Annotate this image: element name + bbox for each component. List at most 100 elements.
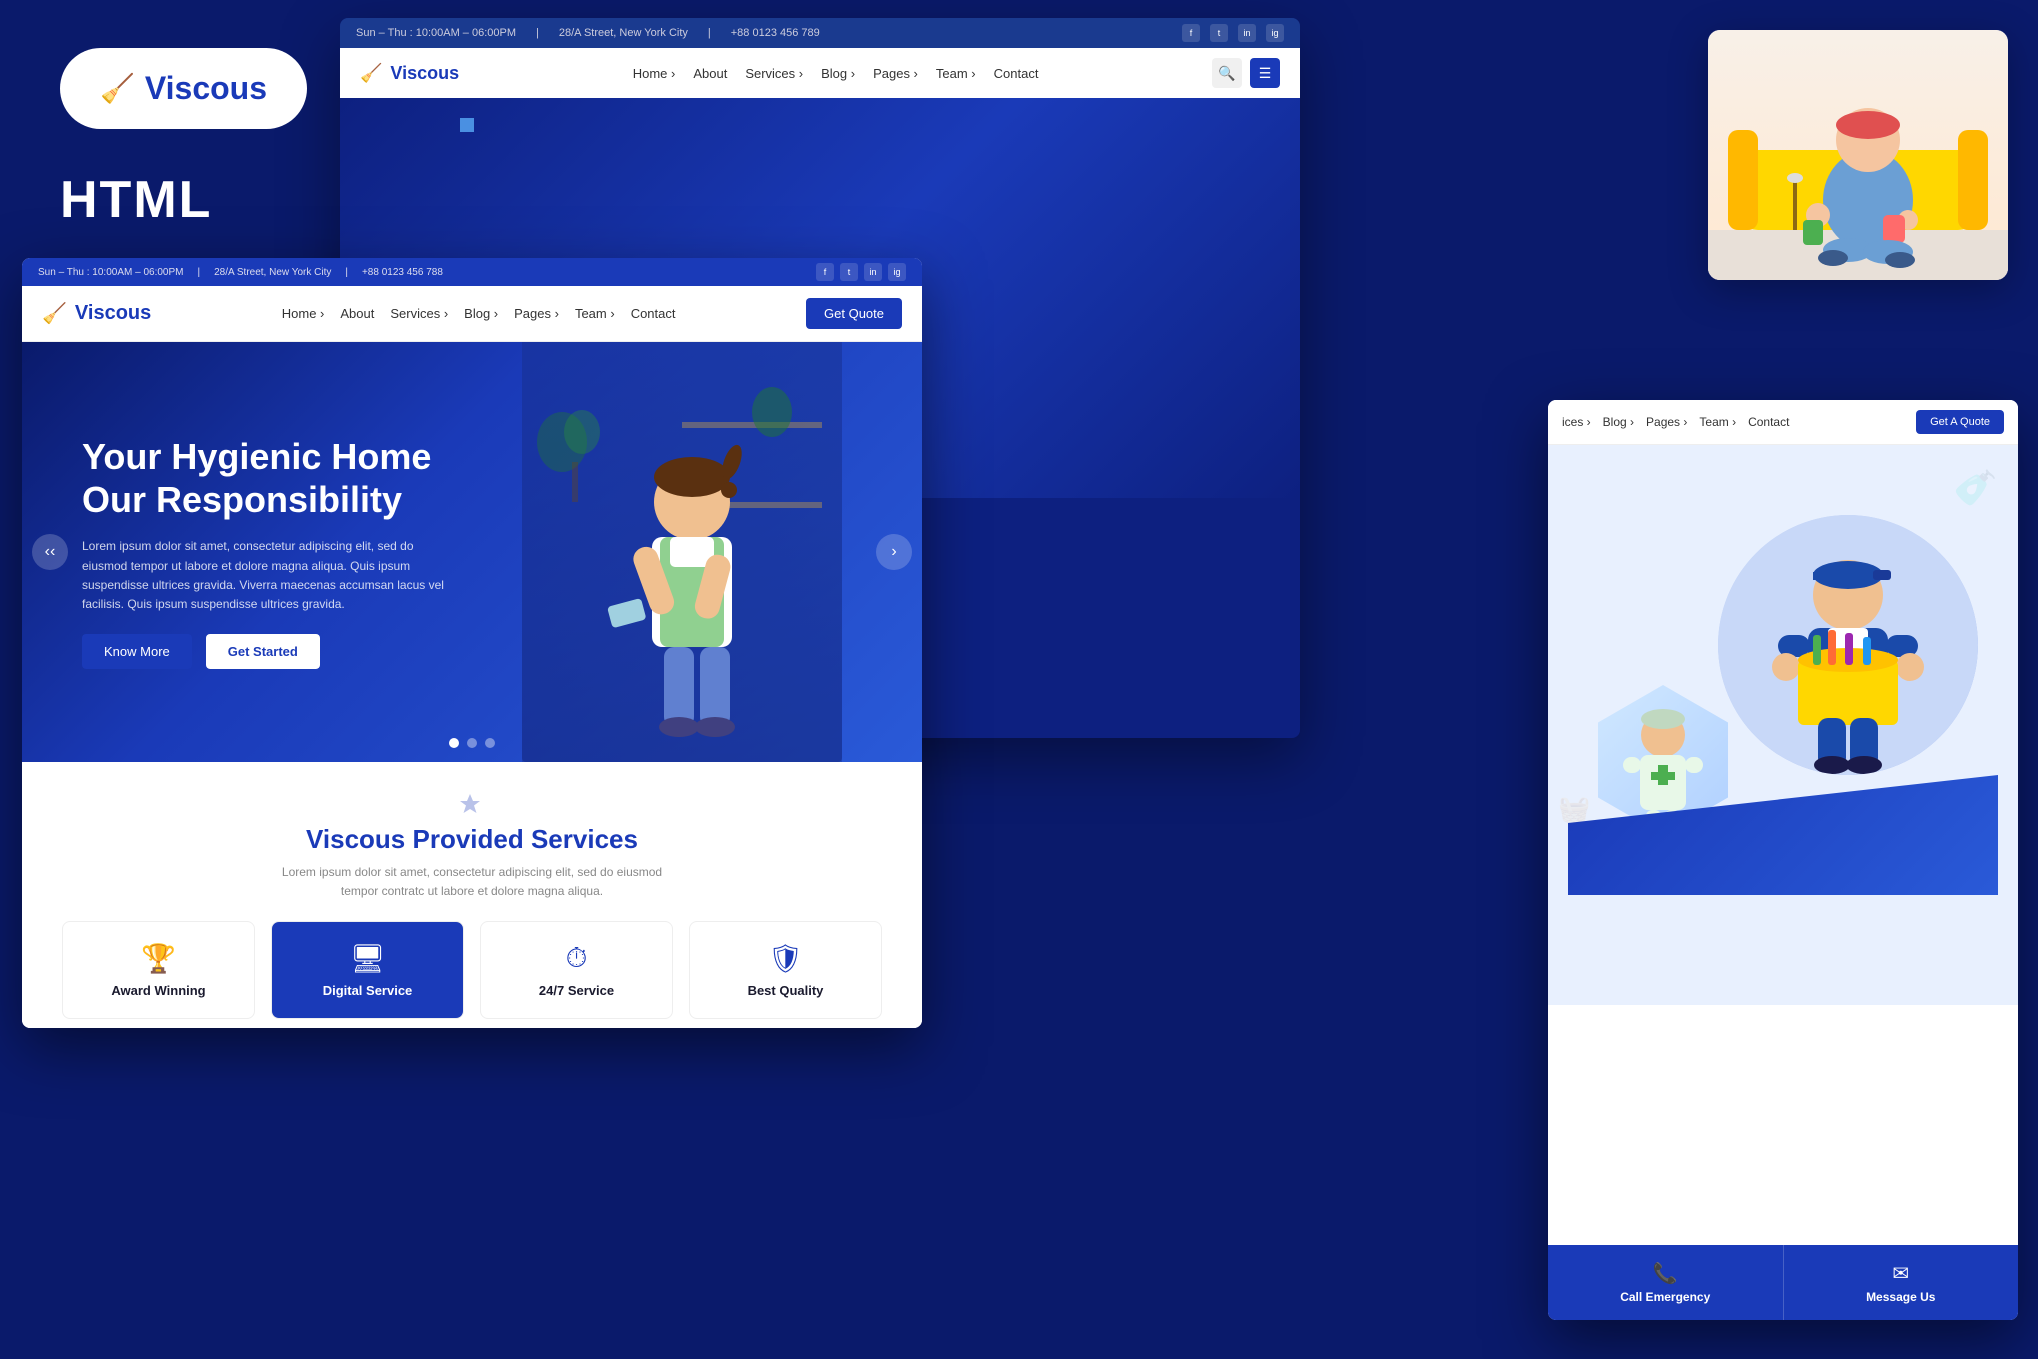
back-nav-bar: 🧹 Viscous Home › About Services › Blog ›… (340, 48, 1300, 98)
front-schedule: Sun – Thu : 10:00AM – 06:00PM (38, 267, 183, 278)
slider-dot-2[interactable] (467, 738, 477, 748)
service-card-quality[interactable]: 🛡 Best Quality (689, 921, 882, 1019)
top-info-bar: Sun – Thu : 10:00AM – 06:00PM | 28/A Str… (340, 18, 1300, 48)
front-tw-icon: t (840, 263, 858, 281)
back-brand-name: Viscous (390, 63, 459, 84)
service-cards: 🏆 Award Winning 🖥 Digital Service ⏱ 24/7… (62, 921, 882, 1019)
call-emergency-button[interactable]: 📞 Call Emergency (1548, 1245, 1784, 1320)
message-us-button[interactable]: ✉ Message Us (1784, 1245, 2019, 1320)
front-address: 28/A Street, New York City (214, 267, 331, 278)
get-a-quote-button[interactable]: Get A Quote (1916, 410, 2004, 434)
right-browser-window: ices › Blog › Pages › Team › Contact Get… (1548, 400, 2018, 1320)
front-nav-pages[interactable]: Pages › (514, 306, 559, 321)
front-logo: 🧹 Viscous (42, 301, 151, 326)
award-title: Award Winning (111, 983, 205, 998)
brand-name: Viscous (145, 70, 267, 107)
blue-square-decor (460, 118, 474, 132)
twitter-icon: t (1210, 24, 1228, 42)
front-brand-name: Viscous (75, 302, 151, 325)
quality-icon: 🛡 (768, 942, 804, 975)
bottom-cta-bar: 📞 Call Emergency ✉ Message Us (1548, 1245, 2018, 1320)
main-cleaner-svg (1718, 515, 1978, 775)
slider-prev-button[interactable]: ‹‹ (32, 534, 68, 570)
front-top-info-bar: Sun – Thu : 10:00AM – 06:00PM | 28/A Str… (22, 258, 922, 286)
logo-icon: 🧹 (100, 72, 135, 105)
get-started-button[interactable]: Get Started (206, 634, 320, 669)
back-nav-team[interactable]: Team › (936, 66, 976, 81)
back-nav-pages[interactable]: Pages › (873, 66, 918, 81)
slider-dots (449, 738, 495, 748)
right-nav-team[interactable]: Team › (1699, 415, 1736, 429)
cleaning-lady-svg (1708, 30, 2008, 280)
slider-dot-3[interactable] (485, 738, 495, 748)
facebook-icon: f (1182, 24, 1200, 42)
right-nav-pages[interactable]: Pages › (1646, 415, 1687, 429)
hero-body-text: Lorem ipsum dolor sit amet, consectetur … (82, 537, 462, 614)
right-nav-links: ices › Blog › Pages › Team › Contact (1562, 415, 1789, 429)
front-logo-icon: 🧹 (42, 301, 67, 326)
digital-icon: 🖥 (350, 942, 386, 975)
back-nav-services[interactable]: Services › (745, 66, 803, 81)
services-section-tag (62, 792, 882, 816)
front-ig-icon: ig (888, 263, 906, 281)
services-section: Viscous Provided Services Lorem ipsum do… (22, 762, 922, 1028)
right-nav-contact[interactable]: Contact (1748, 415, 1789, 429)
quality-title: Best Quality (748, 983, 824, 998)
digital-title: Digital Service (323, 983, 413, 998)
back-nav-contact[interactable]: Contact (994, 66, 1039, 81)
award-icon: 🏆 (141, 942, 176, 975)
front-nav-services[interactable]: Services › (390, 306, 448, 321)
front-browser-window: Sun – Thu : 10:00AM – 06:00PM | 28/A Str… (22, 258, 922, 1028)
services-section-icon (458, 792, 482, 816)
schedule-info: Sun – Thu : 10:00AM – 06:00PM (356, 27, 516, 39)
right-content-area: 🧴 🧹 🧺 (1548, 445, 2018, 1005)
get-quote-button[interactable]: Get Quote (806, 298, 902, 329)
hero-person-svg (522, 342, 842, 762)
back-logo-icon: 🧹 (360, 63, 382, 84)
services-subtext: Lorem ipsum dolor sit amet, consectetur … (272, 863, 672, 901)
time-title: 24/7 Service (539, 983, 614, 998)
back-nav-about[interactable]: About (693, 66, 727, 81)
front-fb-icon: f (816, 263, 834, 281)
slider-dot-1[interactable] (449, 738, 459, 748)
front-nav-about[interactable]: About (340, 306, 374, 321)
back-nav-home[interactable]: Home › (633, 66, 676, 81)
time-icon: ⏱ (566, 942, 588, 975)
front-nav-blog[interactable]: Blog › (464, 306, 498, 321)
back-nav-icons: 🔍 ☰ (1212, 58, 1280, 88)
linkedin-icon: in (1238, 24, 1256, 42)
menu-icon-button[interactable]: ☰ (1250, 58, 1280, 88)
front-nav-contact[interactable]: Contact (631, 306, 676, 321)
service-card-24h[interactable]: ⏱ 24/7 Service (480, 921, 673, 1019)
hero-person-visual (522, 342, 842, 762)
cleaning-lady-image (1708, 30, 2008, 280)
message-us-label: Message Us (1866, 1290, 1935, 1304)
back-nav-logo: 🧹 Viscous (360, 63, 459, 84)
html-label: HTML (60, 170, 212, 230)
back-nav-links: Home › About Services › Blog › Pages › T… (633, 66, 1039, 81)
know-more-button[interactable]: Know More (82, 634, 192, 669)
search-icon-button[interactable]: 🔍 (1212, 58, 1242, 88)
back-nav-blog[interactable]: Blog › (821, 66, 855, 81)
right-nav-blog[interactable]: Blog › (1603, 415, 1634, 429)
address-info: 28/A Street, New York City (559, 27, 688, 39)
front-hero-slider: Your Hygienic Home Our Responsibility Lo… (22, 342, 922, 762)
front-main-nav: 🧹 Viscous Home › About Services › Blog ›… (22, 286, 922, 342)
message-icon: ✉ (1892, 1261, 1909, 1286)
hero-buttons: Know More Get Started (82, 634, 462, 669)
right-nav-services[interactable]: ices › (1562, 415, 1591, 429)
slider-next-button[interactable]: › (876, 534, 912, 570)
hero-line1: Your Hygienic Home (82, 436, 431, 477)
front-nav-links: Home › About Services › Blog › Pages › T… (282, 306, 676, 321)
front-nav-home[interactable]: Home › (282, 306, 325, 321)
front-li-icon: in (864, 263, 882, 281)
front-phone: +88 0123 456 788 (362, 267, 443, 278)
right-cleaning-illustration (1568, 475, 1998, 895)
hero-line2: Our Responsibility (82, 479, 402, 520)
front-nav-team[interactable]: Team › (575, 306, 615, 321)
service-card-award[interactable]: 🏆 Award Winning (62, 921, 255, 1019)
main-cleaner-circle (1718, 515, 1978, 775)
service-card-digital[interactable]: 🖥 Digital Service (271, 921, 464, 1019)
services-heading: Viscous Provided Services (62, 824, 882, 855)
front-hero-content: Your Hygienic Home Our Responsibility Lo… (82, 435, 462, 669)
